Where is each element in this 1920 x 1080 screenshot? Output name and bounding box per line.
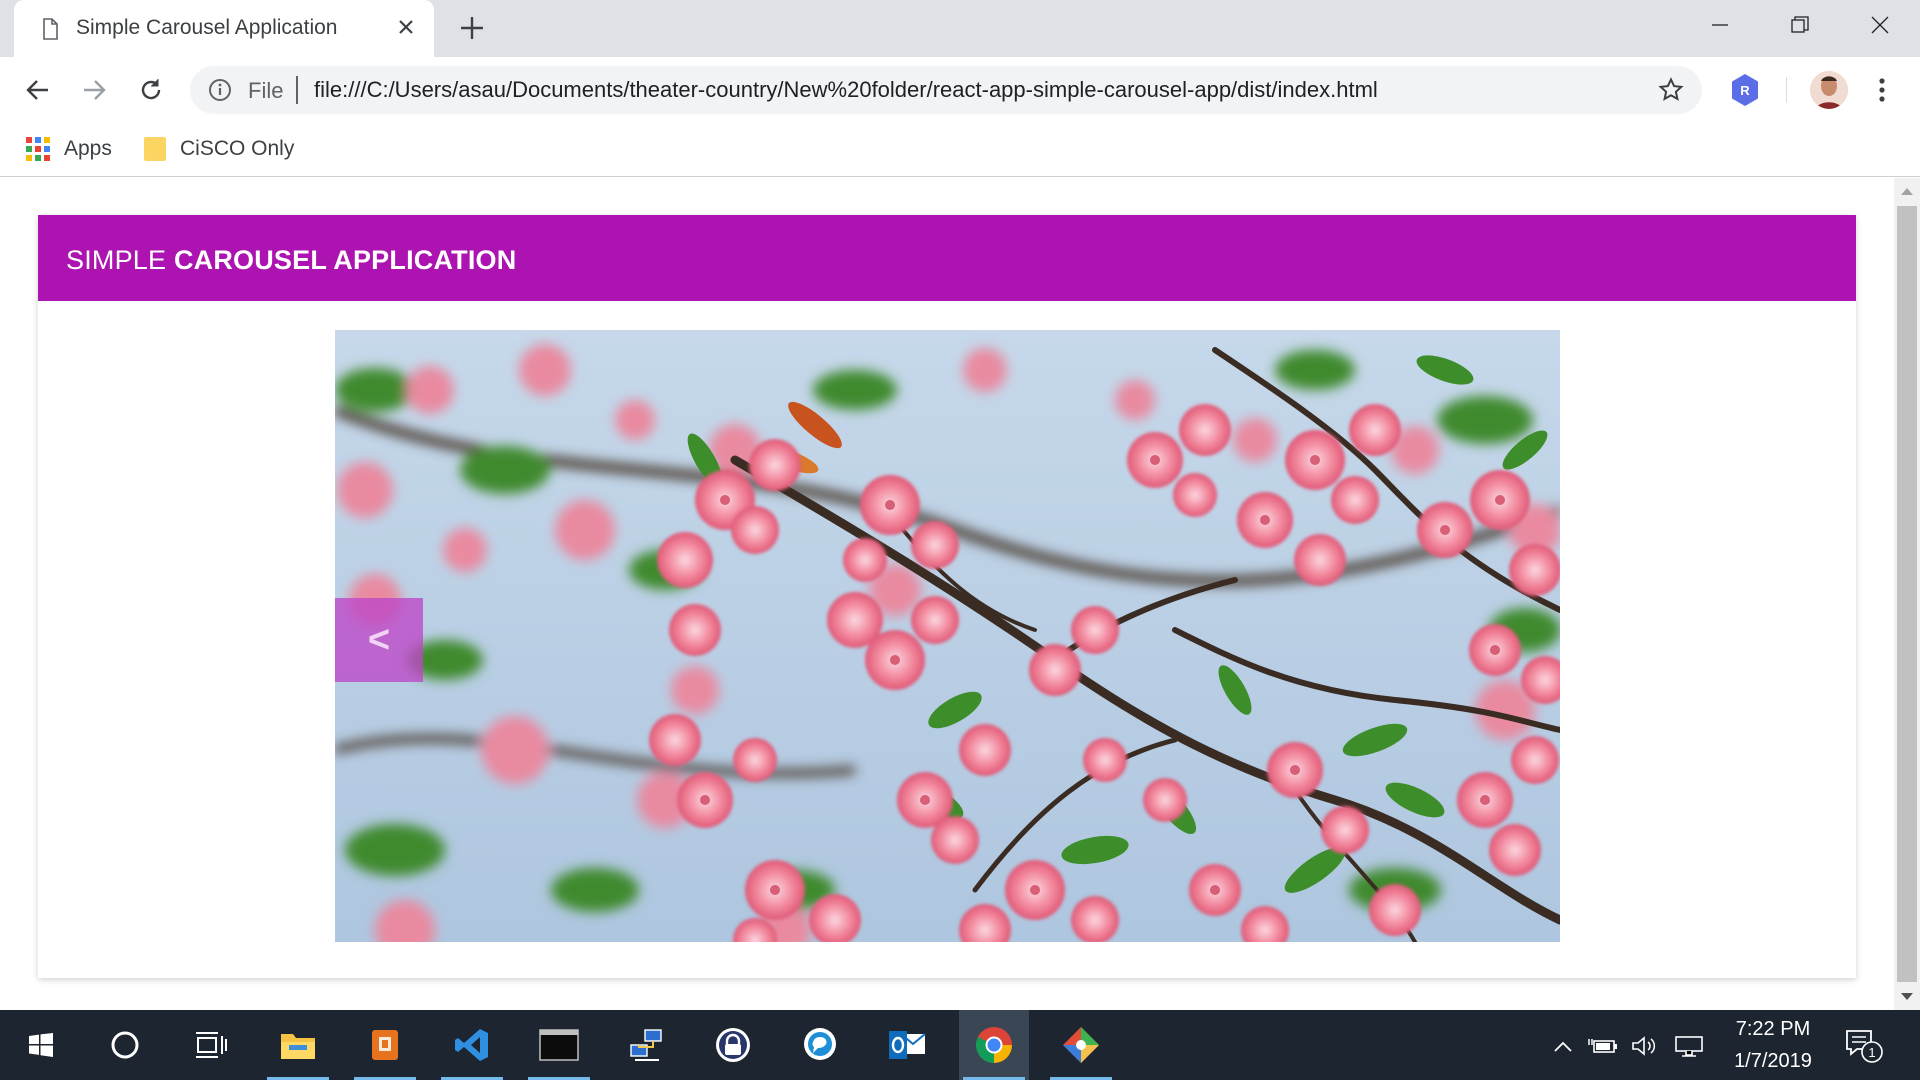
profile-picture bbox=[1810, 71, 1848, 109]
cortana-search-icon bbox=[111, 1031, 139, 1059]
apps-grid-icon bbox=[26, 137, 50, 161]
page-title: SIMPLE CAROUSEL APPLICATION bbox=[66, 245, 516, 276]
back-button[interactable] bbox=[20, 72, 56, 108]
forward-button[interactable] bbox=[76, 72, 112, 108]
tray-power[interactable] bbox=[1588, 1032, 1618, 1060]
taskbar-keepass[interactable] bbox=[698, 1010, 768, 1080]
task-view-icon bbox=[196, 1032, 227, 1058]
notification-icon: 1 bbox=[1846, 1030, 1883, 1063]
folder-icon bbox=[144, 137, 166, 161]
carousel-prev-button[interactable]: < bbox=[335, 598, 423, 682]
tab-title: Simple Carousel Application bbox=[76, 16, 338, 39]
git-tool-icon bbox=[1063, 1027, 1099, 1063]
browser-toolbar: File file:///C:/Users/asau/Documents/the… bbox=[0, 57, 1920, 123]
bookmark-cisco-label: CiSCO Only bbox=[180, 137, 295, 160]
tray-network[interactable] bbox=[1674, 1032, 1704, 1060]
task-view-button[interactable] bbox=[176, 1010, 246, 1080]
taskbar-slides-app[interactable] bbox=[350, 1010, 420, 1080]
reload-button[interactable] bbox=[133, 72, 169, 108]
browser-tab[interactable]: Simple Carousel Application bbox=[14, 0, 434, 57]
page-scrollbar[interactable] bbox=[1894, 178, 1920, 1010]
triangle-up-icon bbox=[1901, 188, 1913, 195]
taskbar-outlook[interactable] bbox=[872, 1010, 942, 1080]
restore-window-button[interactable] bbox=[1760, 0, 1840, 50]
windows-start-icon bbox=[29, 1033, 53, 1057]
taskbar-terminal[interactable] bbox=[524, 1010, 594, 1080]
terminal-icon bbox=[539, 1029, 579, 1061]
battery-plug-icon bbox=[1588, 1039, 1617, 1053]
taskbar-chrome[interactable] bbox=[959, 1010, 1029, 1080]
chrome-icon bbox=[976, 1027, 1012, 1063]
arrow-right-icon bbox=[84, 80, 106, 100]
minimize-window-button[interactable] bbox=[1680, 0, 1760, 50]
extension-r-icon[interactable]: R bbox=[1730, 73, 1760, 107]
info-icon[interactable] bbox=[208, 78, 232, 102]
taskbar-file-explorer[interactable] bbox=[263, 1010, 333, 1080]
new-tab-icon[interactable] bbox=[458, 14, 486, 42]
scroll-up-button[interactable] bbox=[1894, 178, 1920, 204]
site-scheme-label: File bbox=[248, 78, 284, 103]
tray-volume[interactable] bbox=[1630, 1032, 1660, 1060]
more-menu-icon[interactable] bbox=[1868, 75, 1896, 105]
close-icon bbox=[1871, 16, 1889, 34]
minimize-icon bbox=[1712, 24, 1728, 26]
extension-badge: R bbox=[1740, 83, 1750, 98]
tab-strip: Simple Carousel Application bbox=[0, 0, 1920, 57]
network-icon bbox=[630, 1029, 662, 1061]
clock-date[interactable]: 1/7/2019 bbox=[1718, 1050, 1828, 1073]
bookmark-cisco-folder[interactable]: CiSCO Only bbox=[144, 133, 294, 165]
page-icon bbox=[43, 18, 58, 40]
restore-icon bbox=[1791, 16, 1809, 33]
url-text[interactable]: file:///C:/Users/asau/Documents/theater-… bbox=[314, 77, 1378, 103]
star-bookmark-icon[interactable] bbox=[1658, 77, 1684, 103]
app-header: SIMPLE CAROUSEL APPLICATION bbox=[38, 215, 1856, 301]
notification-count: 1 bbox=[1868, 1045, 1875, 1060]
taskbar-network-tool[interactable] bbox=[611, 1010, 681, 1080]
powerpoint-like-icon bbox=[372, 1030, 398, 1060]
windows-taskbar: 7:22 PM 1/7/2019 1 bbox=[0, 1010, 1920, 1080]
speaker-icon bbox=[1632, 1036, 1656, 1056]
cortana-search-button[interactable] bbox=[90, 1010, 160, 1080]
title-light: SIMPLE bbox=[66, 245, 174, 275]
avatar[interactable] bbox=[1810, 71, 1848, 109]
keepass-lock-icon bbox=[716, 1028, 750, 1062]
bookmarks-bar: Apps CiSCO Only bbox=[0, 123, 1920, 177]
address-bar[interactable]: File file:///C:/Users/asau/Documents/the… bbox=[190, 66, 1702, 114]
action-center-button[interactable]: 1 bbox=[1844, 1028, 1884, 1064]
carousel-image-blossoms bbox=[335, 330, 1560, 942]
chat-client-icon bbox=[804, 1028, 836, 1060]
address-separator bbox=[296, 76, 298, 104]
clock-time[interactable]: 7:22 PM bbox=[1718, 1018, 1828, 1041]
windows-start-button[interactable] bbox=[6, 1010, 76, 1080]
arrow-left-icon bbox=[26, 80, 48, 100]
taskbar-vscode[interactable] bbox=[437, 1010, 507, 1080]
taskbar-git-tool[interactable] bbox=[1046, 1010, 1116, 1080]
wired-network-icon bbox=[1675, 1036, 1703, 1057]
triangle-down-icon bbox=[1901, 993, 1913, 1000]
carousel-app-card: SIMPLE CAROUSEL APPLICATION < bbox=[38, 215, 1856, 978]
title-bold: CAROUSEL APPLICATION bbox=[173, 245, 517, 275]
file-explorer-icon bbox=[281, 1034, 315, 1059]
bookmark-apps-label: Apps bbox=[64, 137, 112, 160]
scroll-thumb[interactable] bbox=[1897, 206, 1917, 982]
bookmark-apps[interactable]: Apps bbox=[26, 133, 112, 165]
chevron-up-icon bbox=[1554, 1041, 1572, 1052]
close-window-button[interactable] bbox=[1840, 0, 1920, 50]
scroll-down-button[interactable] bbox=[1894, 984, 1920, 1010]
carousel-slide: < bbox=[335, 330, 1560, 942]
toolbar-divider bbox=[1786, 77, 1787, 103]
vscode-icon bbox=[455, 1029, 488, 1061]
outlook-icon bbox=[889, 1031, 926, 1059]
page-viewport: SIMPLE CAROUSEL APPLICATION < bbox=[0, 178, 1894, 1010]
close-tab-icon[interactable] bbox=[394, 15, 418, 39]
tray-overflow-button[interactable] bbox=[1548, 1032, 1578, 1060]
reload-icon bbox=[141, 79, 161, 100]
taskbar-chat-client[interactable] bbox=[785, 1010, 855, 1080]
